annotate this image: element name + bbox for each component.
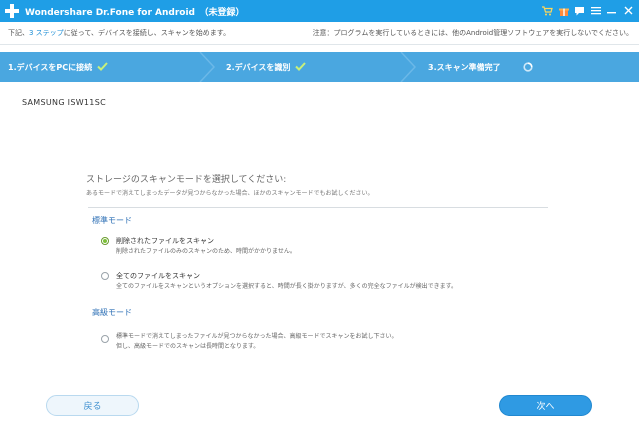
app-plus-icon bbox=[5, 4, 19, 18]
device-name: SAMSUNG ISW11SC bbox=[22, 98, 106, 107]
checkmark-icon bbox=[97, 61, 108, 74]
step-progress-bar: 1.デバイスをPCに接続 2.デバイスを識別 3.スキャン準備完了 bbox=[0, 52, 639, 82]
option-description: 全てのファイルをスキャンというオプションを選択すると、時間が長く掛かりますが、多… bbox=[116, 283, 458, 290]
step-1: 1.デバイスをPCに接続 bbox=[8, 52, 108, 82]
step-1-label: 1.デバイスをPCに接続 bbox=[8, 62, 93, 72]
standard-mode-title: 標準モード bbox=[92, 216, 132, 225]
instruction-bar: 下記、3 ステップに従って、デバイスを接続し、スキャンを始めます。 注意：プログ… bbox=[0, 22, 639, 45]
radio-advanced-scan[interactable] bbox=[101, 335, 109, 343]
title-bar: Wondershare Dr.Fone for Android （未登録） bbox=[0, 0, 639, 22]
radio-scan-deleted[interactable] bbox=[101, 237, 109, 245]
option-label: 全てのファイルをスキャン bbox=[116, 272, 200, 280]
option-label: 削除されたファイルをスキャン bbox=[116, 237, 214, 245]
steps-link[interactable]: 3 ステップ bbox=[29, 29, 64, 37]
option-scan-all[interactable]: 全てのファイルをスキャン 全てのファイルをスキャンというオプションを選択すると、… bbox=[101, 271, 457, 291]
option-scan-deleted[interactable]: 削除されたファイルをスキャン 削除されたファイルのみのスキャンのため、時間がかか… bbox=[101, 236, 296, 256]
instruction-prefix: 下記、 bbox=[8, 29, 29, 37]
option-advanced-scan[interactable]: 標準モードで消えてしまったファイルが見つからなかった場合、高級モードでスキャンを… bbox=[101, 331, 397, 351]
close-icon[interactable] bbox=[620, 3, 637, 18]
loading-spinner-icon bbox=[523, 62, 533, 72]
checkmark-icon bbox=[295, 61, 307, 74]
instruction-text: 下記、3 ステップに従って、デバイスを接続し、スキャンを始めます。 bbox=[8, 28, 230, 38]
title-tools bbox=[540, 3, 637, 18]
instruction-suffix: に従って、デバイスを接続し、スキャンを始めます。 bbox=[63, 29, 231, 37]
scan-mode-header: ストレージのスキャンモードを選択してください: あるモードで消えてしまったデータ… bbox=[86, 172, 552, 197]
back-button[interactable]: 戻る bbox=[46, 395, 139, 416]
feedback-icon[interactable] bbox=[572, 3, 587, 18]
radio-scan-all[interactable] bbox=[101, 272, 109, 280]
option-description: 但し、高級モードでのスキャンは長時間となります。 bbox=[116, 343, 260, 350]
step-2: 2.デバイスを識別 bbox=[226, 52, 307, 82]
step-3-label: 3.スキャン準備完了 bbox=[428, 62, 501, 72]
option-description: 削除されたファイルのみのスキャンのため、時間がかかりません。 bbox=[116, 248, 296, 255]
window-title: Wondershare Dr.Fone for Android （未登録） bbox=[25, 7, 245, 18]
warning-text: 注意：プログラムを実行しているときには、他のAndroid管理ソフトウェアを実行… bbox=[312, 29, 633, 37]
step-2-label: 2.デバイスを識別 bbox=[226, 62, 291, 72]
next-button[interactable]: 次へ bbox=[499, 395, 592, 416]
advanced-mode-title: 高級モード bbox=[92, 308, 132, 317]
menu-icon[interactable] bbox=[588, 3, 603, 18]
gift-icon[interactable] bbox=[556, 3, 571, 18]
option-description: 標準モードで消えてしまったファイルが見つからなかった場合、高級モードでスキャンを… bbox=[116, 333, 398, 340]
step-3: 3.スキャン準備完了 bbox=[428, 52, 533, 82]
scan-mode-subheading: あるモードで消えてしまったデータが見つからなかった場合、ほかのスキャンモードでも… bbox=[86, 190, 374, 197]
scan-mode-heading: ストレージのスキャンモードを選択してください: bbox=[86, 175, 287, 185]
divider bbox=[88, 207, 548, 208]
cart-icon[interactable] bbox=[540, 3, 555, 18]
minimize-icon[interactable] bbox=[604, 3, 619, 18]
